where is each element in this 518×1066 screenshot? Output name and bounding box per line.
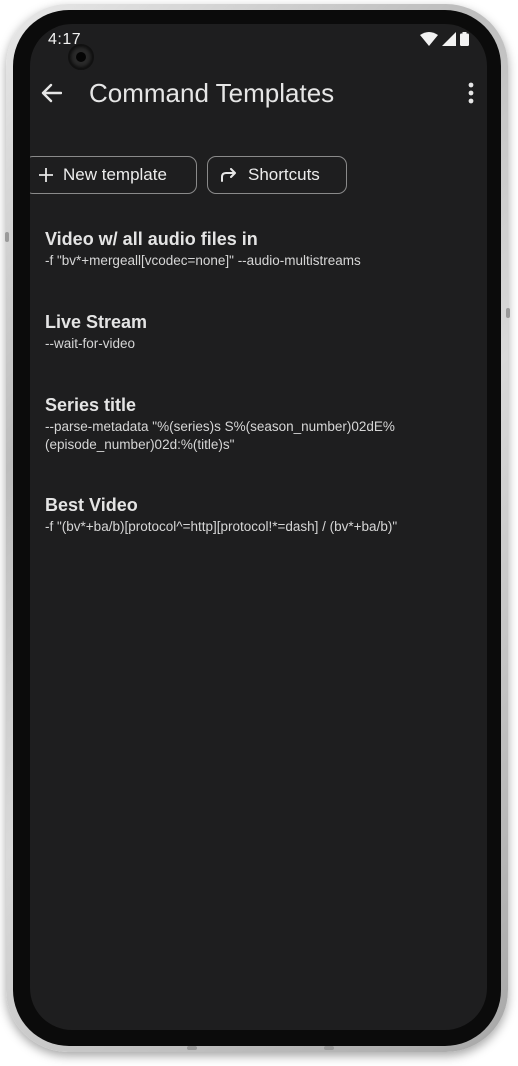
signal-icon [442, 32, 456, 46]
template-command: -f "bv*+mergeall[vcodec=none]" --audio-m… [45, 253, 361, 268]
template-command: --wait-for-video [45, 336, 136, 351]
template-command: -f "(bv*+ba/b)[protocol^=http][protocol!… [45, 519, 398, 534]
front-camera [68, 44, 94, 70]
template-title: Video w/ all audio files in [45, 229, 258, 249]
template-title: Live Stream [45, 312, 148, 332]
status-icons [420, 32, 469, 46]
shortcuts-label: Shortcuts [248, 165, 320, 184]
template-item[interactable]: Video w/ all audio files in -f "bv*+merg… [45, 228, 475, 270]
back-button[interactable] [36, 80, 66, 110]
new-template-label: New template [63, 165, 167, 184]
template-command: --parse-metadata "%(series)s S%(season_n… [45, 419, 395, 452]
template-title: Best Video [45, 495, 138, 515]
template-title: Series title [45, 395, 137, 415]
template-item[interactable]: Best Video -f "(bv*+ba/b)[protocol^=http… [45, 494, 475, 536]
battery-icon [460, 32, 469, 46]
plus-icon [39, 168, 53, 182]
shortcuts-button[interactable]: Shortcuts [207, 156, 347, 194]
arrow-back-icon [40, 82, 63, 109]
more-vert-icon [468, 82, 474, 109]
action-row: New template Shortcuts [30, 156, 487, 196]
side-button-left [5, 232, 9, 242]
redo-arrow-icon [220, 168, 238, 182]
template-item[interactable]: Live Stream --wait-for-video [45, 311, 475, 353]
app-bar: Command Templates [30, 76, 487, 116]
app-screen: 4:17 Command Templates New template Shor… [30, 24, 487, 1030]
new-template-button[interactable]: New template [30, 156, 197, 194]
template-item[interactable]: Series title --parse-metadata "%(series)… [45, 394, 475, 454]
side-button-right [506, 308, 510, 318]
side-button-bottom-left [187, 1046, 197, 1050]
side-button-bottom-right [324, 1046, 334, 1050]
page-title: Command Templates [89, 78, 335, 108]
status-bar: 4:17 [30, 24, 487, 70]
overflow-menu-button[interactable] [459, 80, 483, 110]
wifi-icon [420, 32, 438, 46]
